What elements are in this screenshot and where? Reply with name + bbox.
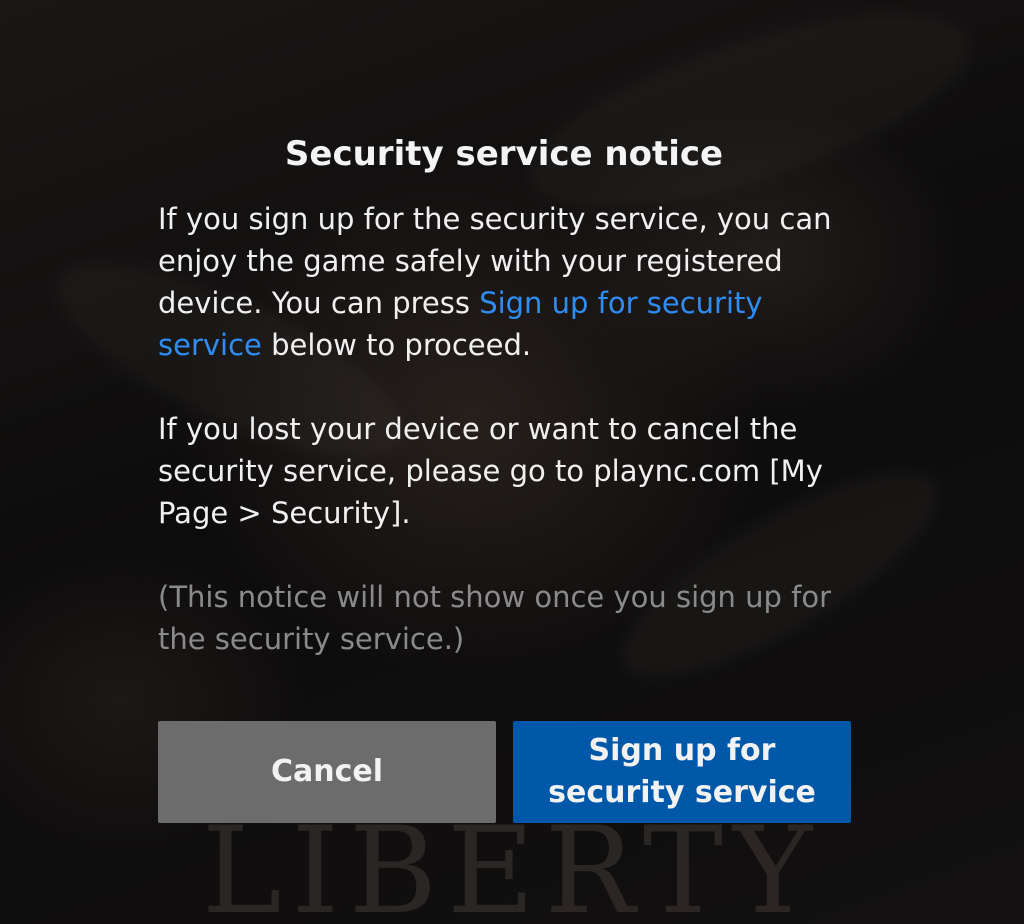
- sign-up-security-button[interactable]: Sign up for security service: [513, 721, 851, 823]
- game-background: LIBERTY Security service notice If you s…: [0, 0, 1024, 924]
- signup-info-suffix: below to proceed.: [261, 328, 532, 362]
- lost-device-text: If you lost your device or want to cance…: [158, 412, 823, 530]
- signup-info-text: If you sign up for the security service,…: [158, 198, 850, 366]
- cancel-button[interactable]: Cancel: [158, 721, 496, 823]
- background-logo-text: LIBERTY: [201, 802, 823, 924]
- dialog-button-row: Cancel Sign up for security service: [158, 721, 851, 823]
- security-notice-dialog: Security service notice If you sign up f…: [158, 130, 850, 660]
- notice-hint-text: (This notice will not show once you sign…: [158, 580, 832, 656]
- dialog-title: Security service notice: [284, 134, 724, 174]
